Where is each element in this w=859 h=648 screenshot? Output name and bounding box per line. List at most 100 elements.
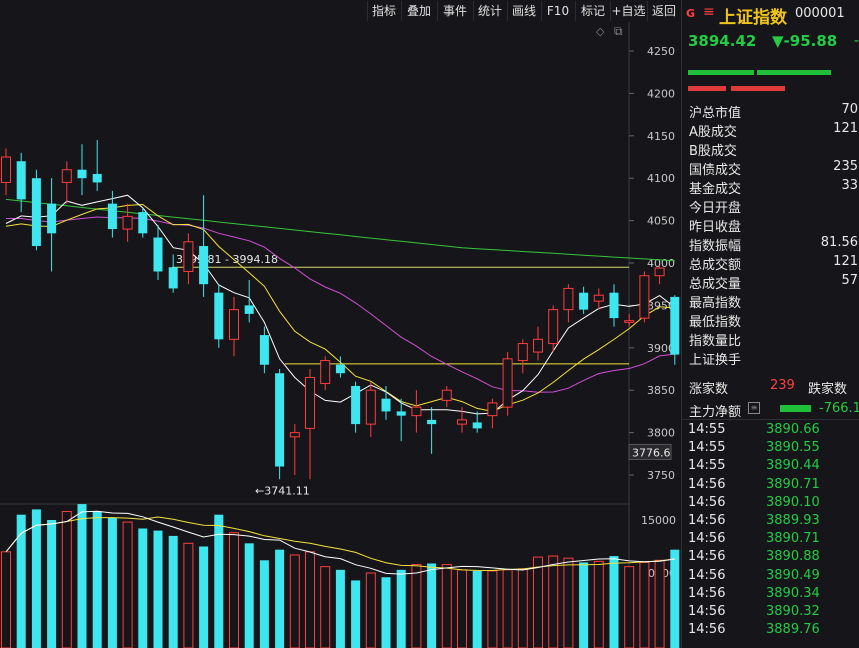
index-change: ▼-95.88: [772, 32, 838, 50]
tick-price: 3890.32: [766, 604, 820, 619]
toolbar-button[interactable]: 返回: [647, 1, 680, 21]
candle-body: [609, 292, 619, 319]
tick-price: 3890.34: [766, 585, 820, 601]
main-flow-bar: [780, 405, 811, 412]
volume-bar: [609, 556, 619, 648]
candle-body: [624, 320, 635, 323]
candle-body: [548, 309, 559, 345]
kline-chart-svg[interactable]: 4250420041504100405040003950390038503800…: [0, 22, 680, 648]
volume-bar: [107, 517, 117, 648]
ma5-line: [5, 194, 676, 415]
stat-label: 指数振幅: [689, 239, 742, 254]
volume-bar: [381, 577, 391, 648]
volume-bar: [289, 554, 300, 648]
tick-price: 3890.55: [766, 440, 820, 456]
volume-bar: [305, 551, 315, 648]
stat-label: A股成交: [689, 125, 737, 140]
toolbar-button[interactable]: 事件: [437, 1, 472, 21]
candle-body: [381, 398, 391, 412]
volume-bar: [639, 561, 650, 648]
toolbar-button[interactable]: 标记: [575, 1, 610, 21]
candle-body: [153, 237, 163, 272]
volume-bar: [229, 532, 239, 648]
tick-time: 14:55: [688, 422, 726, 437]
toolbar-button[interactable]: 指标: [367, 1, 400, 21]
up-count-value: 239: [770, 378, 795, 393]
candle-body: [1, 156, 11, 183]
candle-body: [47, 203, 57, 234]
bid-bar-green-2: [757, 70, 831, 75]
tick-price: 3890.49: [766, 567, 820, 583]
stat-label: B股成交: [689, 144, 737, 159]
price-axis-label: 4150: [647, 130, 675, 143]
bid-bar-green-1: [688, 70, 754, 75]
candle-body: [122, 215, 133, 230]
stat-label: 总成交额: [689, 258, 742, 273]
hamburger-icon[interactable]: ≡: [703, 4, 715, 20]
index-name: 上证指数: [719, 8, 787, 28]
candle-body: [244, 305, 254, 314]
ask-bar-red-2: [731, 86, 785, 91]
tick-time: 14:56: [688, 604, 726, 619]
main-flow-icon[interactable]: ≡: [748, 402, 760, 414]
tick-time: 14:56: [688, 585, 726, 601]
price-axis-label: 3750: [647, 469, 675, 482]
chart-settings-icon[interactable]: ◇: [596, 25, 604, 38]
volume-bar: [472, 570, 482, 648]
index-price: 3894.42: [688, 32, 757, 50]
volume-bar: [624, 566, 635, 648]
volume-bar: [335, 569, 345, 648]
volume-bar: [457, 569, 467, 648]
candle-body: [579, 292, 589, 310]
tick-price: 3890.71: [766, 476, 820, 492]
ask-bar-red-1: [688, 86, 726, 91]
candle-body: [533, 338, 543, 353]
candle-body: [593, 294, 604, 302]
toolbar-button[interactable]: +自选: [610, 1, 646, 21]
volume-bar: [77, 504, 87, 648]
candle-body: [517, 343, 528, 362]
volume-bar: [670, 549, 680, 648]
toolbar-button[interactable]: 画线: [507, 1, 540, 21]
candle-body: [320, 360, 331, 384]
candle-body: [396, 411, 406, 416]
chart-toolbar: 指标 叠加 事件 统计 画线 F10 标记 +自选 返回: [0, 0, 680, 22]
low-annotation: ←3741.11: [255, 485, 310, 498]
stat-value: 235: [833, 159, 858, 174]
stat-label: 今日开盘: [689, 201, 742, 216]
tick-time: 14:56: [688, 622, 726, 638]
candle-body: [441, 389, 452, 401]
stat-value: 57: [841, 273, 858, 288]
volume-bar: [31, 509, 41, 648]
volume-bar: [365, 572, 376, 648]
candle-body: [214, 292, 224, 340]
tick-time: 14:56: [688, 513, 726, 528]
candle-body: [457, 419, 467, 425]
volume-bar: [411, 564, 422, 648]
chart-copy-icon[interactable]: ⧉: [614, 24, 623, 39]
tick-price: 3890.10: [766, 494, 820, 510]
candle-body: [487, 402, 498, 417]
volume-bar: [654, 559, 665, 648]
candle-body: [199, 246, 209, 285]
toolbar-button[interactable]: 统计: [473, 1, 506, 21]
price-axis-label: 3850: [647, 384, 675, 397]
volume-bar: [548, 555, 559, 648]
volume-bar: [533, 556, 543, 648]
volume-bar: [563, 557, 574, 648]
volume-bar: [153, 530, 163, 648]
tick-time: 14:56: [688, 567, 726, 583]
tick-time: 14:56: [688, 531, 726, 547]
tick-price: 3890.66: [766, 422, 820, 437]
toolbar-button[interactable]: 叠加: [401, 1, 436, 21]
tick-time: 14:55: [688, 458, 726, 474]
candle-body: [259, 335, 269, 365]
volume-bar: [259, 560, 269, 648]
toolbar-button[interactable]: F10: [541, 1, 574, 21]
kline-chart[interactable]: 4250 4200 4150 4100 4050 4000 3950 3900 3850 3800…: [0, 22, 680, 648]
volume-bar: [487, 570, 498, 648]
group-tag[interactable]: G: [686, 7, 695, 20]
volume-bar: [168, 535, 178, 648]
stat-value: 70: [841, 102, 858, 117]
candle-body: [107, 203, 117, 230]
